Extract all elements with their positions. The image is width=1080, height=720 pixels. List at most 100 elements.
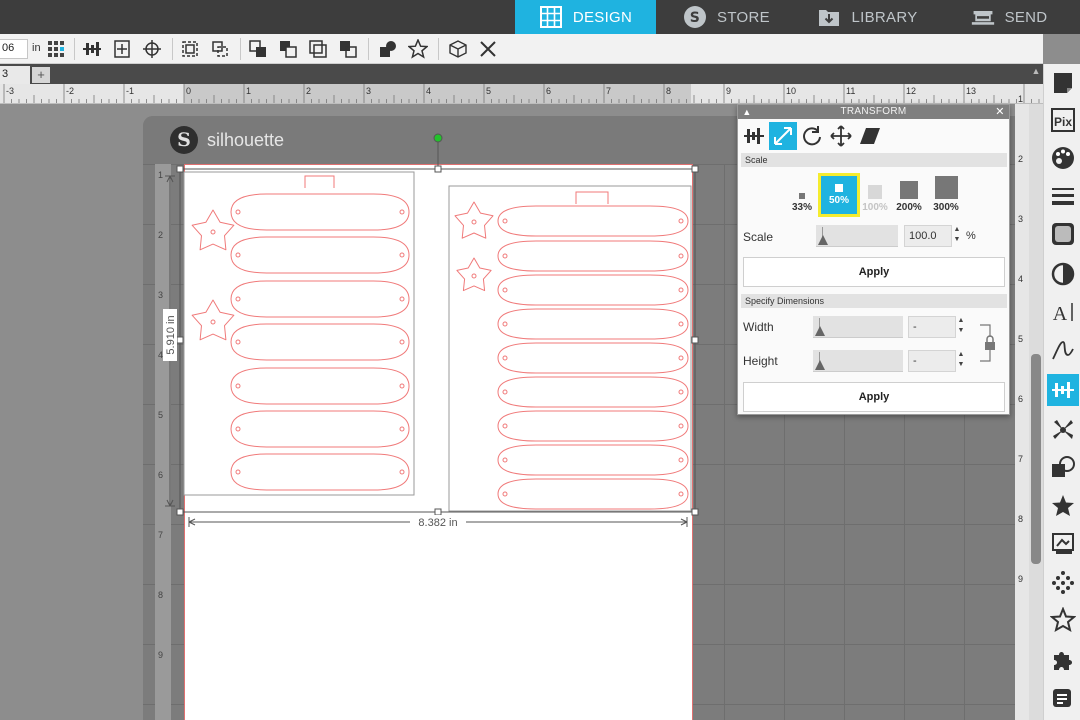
bring-to-front-button[interactable] bbox=[306, 37, 330, 61]
tab-library[interactable]: LIBRARY bbox=[797, 0, 938, 34]
bring-forward-button[interactable] bbox=[246, 37, 270, 61]
star-shape-button[interactable] bbox=[406, 37, 430, 61]
ruler-label: 11 bbox=[846, 86, 856, 96]
modify-button[interactable] bbox=[1047, 452, 1079, 484]
delete-button[interactable] bbox=[476, 37, 500, 61]
trace-icon bbox=[1052, 533, 1074, 554]
ruler-label: 8 bbox=[666, 86, 672, 96]
unit-input[interactable]: 06 bbox=[0, 39, 28, 59]
rotate-handle[interactable] bbox=[433, 133, 443, 143]
scroll-up-arrow[interactable]: ▲ bbox=[1030, 66, 1042, 82]
unit-label: in bbox=[32, 42, 41, 54]
grid-select-button[interactable] bbox=[44, 37, 68, 61]
contrast-icon bbox=[1051, 262, 1075, 286]
width-spinner[interactable]: ▲ ▼ bbox=[956, 316, 966, 338]
library-panel-button[interactable] bbox=[1047, 682, 1079, 714]
group-icon bbox=[182, 41, 198, 57]
document-tab-strip: 3 + bbox=[0, 64, 1043, 84]
3d-box-button[interactable] bbox=[446, 37, 470, 61]
send-to-back-button[interactable] bbox=[336, 37, 360, 61]
scale-200-button[interactable]: 200% bbox=[894, 169, 924, 213]
ruler-label: 6 bbox=[1018, 394, 1024, 404]
width-input[interactable]: - bbox=[908, 316, 956, 338]
transform-panel-button[interactable] bbox=[1047, 374, 1079, 406]
ruler-label: 4 bbox=[1018, 274, 1024, 284]
selection-artwork[interactable]: 8.382 in 5.910 in bbox=[150, 129, 710, 529]
ruler-label: 3 bbox=[366, 86, 372, 96]
text-icon: A bbox=[1053, 303, 1073, 325]
fill-color-button[interactable] bbox=[1047, 142, 1079, 174]
send-to-back-icon bbox=[340, 41, 357, 58]
scale-33-button[interactable]: 33% bbox=[788, 169, 816, 213]
tab-design-label: DESIGN bbox=[572, 8, 633, 26]
tab-design[interactable]: DESIGN bbox=[515, 0, 656, 34]
tab-send[interactable]: SEND bbox=[938, 0, 1080, 34]
apply-scale-button[interactable]: Apply bbox=[743, 257, 1005, 287]
vertical-scrollbar[interactable] bbox=[1029, 104, 1043, 720]
puzzle-button[interactable] bbox=[1047, 644, 1079, 676]
dot-grid-icon bbox=[48, 41, 64, 57]
right-panel-bar: Pix A bbox=[1043, 64, 1080, 720]
tab-align[interactable] bbox=[740, 122, 768, 150]
tab-move[interactable] bbox=[827, 122, 855, 150]
center-page-button[interactable] bbox=[110, 37, 134, 61]
silhouette-s-icon: S bbox=[684, 6, 707, 28]
rhinestone-button[interactable] bbox=[1047, 566, 1079, 598]
scale-50-button[interactable]: 50% bbox=[818, 173, 860, 217]
lock-aspect-icon[interactable] bbox=[978, 323, 1000, 363]
center-button[interactable] bbox=[140, 37, 164, 61]
apply-dimensions-button[interactable]: Apply bbox=[743, 382, 1005, 412]
image-effects-button[interactable] bbox=[1047, 218, 1079, 250]
image-effects-icon bbox=[1052, 223, 1074, 245]
tab-library-label: LIBRARY bbox=[851, 8, 918, 26]
width-dimension-label: 8.382 in bbox=[418, 517, 457, 529]
page-setup-button[interactable] bbox=[1047, 68, 1079, 100]
scrollbar-thumb[interactable] bbox=[1031, 354, 1041, 564]
contrast-button[interactable] bbox=[1047, 258, 1079, 290]
sketch-button[interactable] bbox=[1047, 334, 1079, 366]
scale-value-input[interactable]: 100.0 bbox=[904, 225, 952, 247]
ruler-label: 0 bbox=[186, 86, 192, 96]
width-slider[interactable] bbox=[813, 316, 903, 338]
text-style-button[interactable]: A bbox=[1047, 296, 1079, 328]
mat-ruler-label: 9 bbox=[158, 650, 164, 660]
group-button[interactable] bbox=[178, 37, 202, 61]
document-tab[interactable]: 3 bbox=[0, 66, 30, 84]
tab-rotate[interactable] bbox=[798, 122, 826, 150]
tab-scale[interactable] bbox=[769, 122, 797, 150]
collapse-icon[interactable]: ▲ bbox=[742, 105, 752, 119]
star-outline-icon bbox=[1050, 607, 1076, 633]
ungroup-button[interactable] bbox=[208, 37, 232, 61]
send-backward-icon bbox=[280, 41, 297, 58]
align-icon bbox=[83, 42, 101, 56]
height-input[interactable]: - bbox=[908, 350, 956, 372]
replicate-button[interactable] bbox=[1047, 414, 1079, 446]
line-style-button[interactable] bbox=[1047, 180, 1079, 212]
scale-spinner[interactable]: ▲ ▼ bbox=[952, 225, 962, 247]
layers-icon bbox=[1053, 689, 1071, 707]
align-button[interactable] bbox=[80, 37, 104, 61]
toolbar: 06 in bbox=[0, 34, 1043, 64]
ruler-label: 12 bbox=[906, 86, 917, 96]
tab-send-label: SEND bbox=[1004, 8, 1048, 26]
add-tab-button[interactable]: + bbox=[32, 67, 50, 83]
send-backward-button[interactable] bbox=[276, 37, 300, 61]
height-slider[interactable] bbox=[813, 350, 903, 372]
ruler-label: -3 bbox=[6, 86, 15, 96]
height-spinner[interactable]: ▲ ▼ bbox=[956, 350, 966, 372]
offset-button[interactable] bbox=[1047, 490, 1079, 522]
align-icon bbox=[744, 128, 764, 144]
scale-slider[interactable] bbox=[816, 225, 898, 247]
favorites-button[interactable] bbox=[1047, 604, 1079, 636]
pix-icon: Pix bbox=[1051, 108, 1075, 132]
pixscan-button[interactable]: Pix bbox=[1047, 104, 1079, 136]
close-icon[interactable]: ✕ bbox=[995, 105, 1005, 119]
move-arrows-icon bbox=[830, 125, 852, 147]
scale-300-button[interactable]: 300% bbox=[930, 169, 962, 213]
trace-button[interactable] bbox=[1047, 528, 1079, 560]
tab-shear[interactable] bbox=[856, 122, 884, 150]
ruler-label: -1 bbox=[126, 86, 135, 96]
weld-button[interactable] bbox=[376, 37, 400, 61]
tab-store[interactable]: S STORE bbox=[656, 0, 797, 34]
svg-text:A: A bbox=[1053, 303, 1068, 325]
